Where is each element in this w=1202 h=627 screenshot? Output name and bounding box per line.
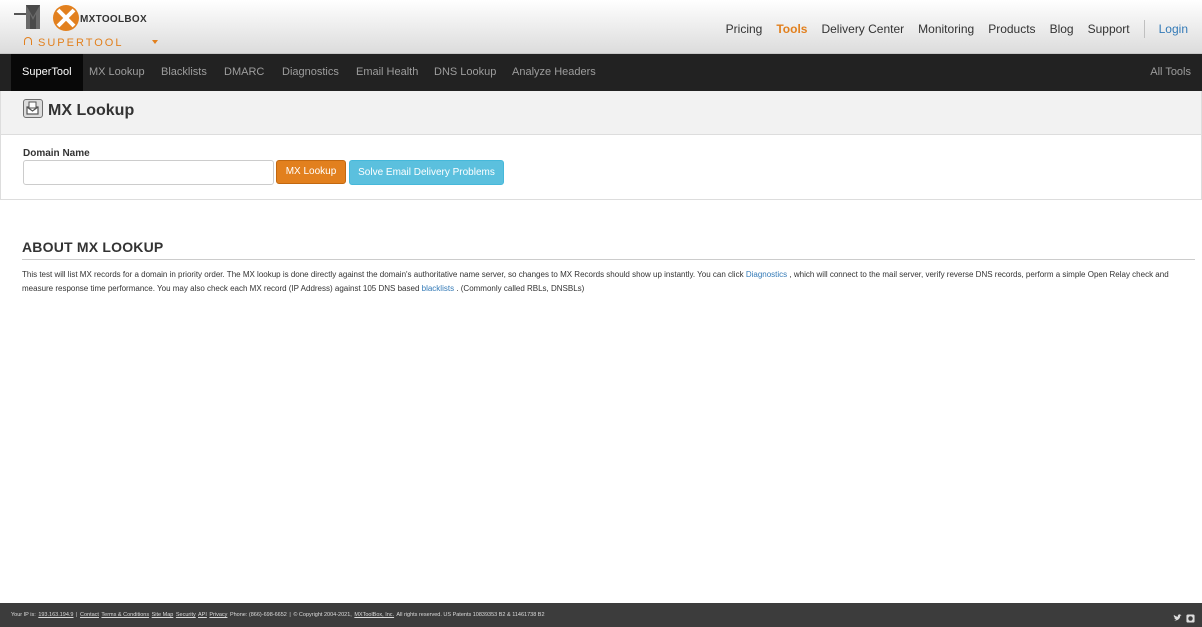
nav-blog[interactable]: Blog: [1050, 22, 1074, 36]
page-title-panel: MX Lookup: [0, 91, 1202, 135]
footer-api-link[interactable]: API: [198, 612, 207, 618]
footer-privacy-link[interactable]: Privacy: [209, 612, 227, 618]
footer-copyright: © Copyright 2004-2021,: [293, 612, 352, 618]
top-header: MXTOOLBOX SUPERTOOL Pricing Tools Delive…: [0, 0, 1202, 54]
supertool-icon: [24, 37, 32, 45]
nav-divider: [1143, 20, 1145, 38]
github-icon[interactable]: [1186, 610, 1195, 623]
footer-phone: Phone: (866)-698-6652: [229, 612, 287, 618]
mx-lookup-button[interactable]: MX Lookup: [276, 160, 346, 184]
mail-envelope-icon: [23, 99, 43, 118]
logo-wordmark: MXTOOLBOX: [80, 14, 147, 25]
about-heading: ABOUT MX LOOKUP: [22, 239, 164, 255]
nav-products[interactable]: Products: [988, 22, 1035, 36]
solve-email-delivery-button[interactable]: Solve Email Delivery Problems: [349, 160, 504, 185]
footer-social-icons: [1170, 610, 1196, 623]
twitter-glyph: [1173, 614, 1182, 621]
nav-delivery-center[interactable]: Delivery Center: [821, 22, 904, 36]
login-link[interactable]: Login: [1159, 22, 1188, 36]
diagnostics-link[interactable]: Diagnostics: [746, 270, 787, 279]
footer-separator: |: [289, 612, 291, 618]
tab-diagnostics[interactable]: Diagnostics: [282, 54, 339, 91]
page-footer: Your IP is: 193.163.194.9 | Contact Term…: [0, 603, 1202, 627]
footer-ip-label: Your IP is:: [11, 612, 36, 618]
nav-tools[interactable]: Tools: [776, 22, 807, 36]
github-glyph: [1186, 614, 1195, 623]
twitter-icon[interactable]: [1173, 610, 1182, 621]
footer-company-link[interactable]: MXToolBox, Inc.: [354, 612, 394, 618]
footer-separator: |: [76, 612, 78, 618]
mxtoolbox-logo[interactable]: MXTOOLBOX SUPERTOOL: [12, 2, 162, 52]
nav-pricing[interactable]: Pricing: [726, 22, 763, 36]
about-paragraph: This test will list MX records for a dom…: [22, 268, 1192, 296]
tab-all-tools[interactable]: All Tools: [1150, 54, 1191, 91]
tool-nav: SuperTool MX Lookup Blacklists DMARC Dia…: [0, 54, 1202, 91]
tab-blacklists[interactable]: Blacklists: [161, 54, 207, 91]
chevron-down-icon[interactable]: [152, 40, 158, 44]
domain-name-label: Domain Name: [23, 148, 90, 159]
nav-support[interactable]: Support: [1088, 22, 1130, 36]
blacklists-link[interactable]: blacklists: [422, 284, 454, 293]
mail-envelope-glyph: [26, 101, 39, 115]
footer-ip-link[interactable]: 193.163.194.9: [38, 612, 73, 618]
lookup-form: Domain Name MX Lookup Solve Email Delive…: [0, 135, 1202, 200]
logo-subtitle: SUPERTOOL: [38, 37, 124, 49]
footer-contact-link[interactable]: Contact: [80, 612, 99, 618]
domain-name-input[interactable]: [23, 160, 274, 185]
footer-terms-link[interactable]: Terms & Conditions: [101, 612, 149, 618]
tab-dmarc[interactable]: DMARC: [224, 54, 264, 91]
page-title: MX Lookup: [48, 102, 135, 119]
footer-security-link[interactable]: Security: [176, 612, 196, 618]
tab-mx-lookup[interactable]: MX Lookup: [89, 54, 145, 91]
tab-email-health[interactable]: Email Health: [356, 54, 418, 91]
about-divider: [22, 259, 1195, 260]
footer-rights: All rights reserved. US Patents 10839353…: [396, 612, 545, 618]
about-text-part-1: This test will list MX records for a dom…: [22, 270, 746, 279]
tab-dns-lookup[interactable]: DNS Lookup: [434, 54, 496, 91]
about-text-part-3: . (Commonly called RBLs, DNSBLs): [454, 284, 585, 293]
nav-monitoring[interactable]: Monitoring: [918, 22, 974, 36]
footer-sitemap-link[interactable]: Site Map: [152, 612, 174, 618]
top-nav: Pricing Tools Delivery Center Monitoring…: [712, 20, 1188, 38]
tab-supertool[interactable]: SuperTool: [11, 54, 83, 91]
tab-analyze-headers[interactable]: Analyze Headers: [512, 54, 596, 91]
